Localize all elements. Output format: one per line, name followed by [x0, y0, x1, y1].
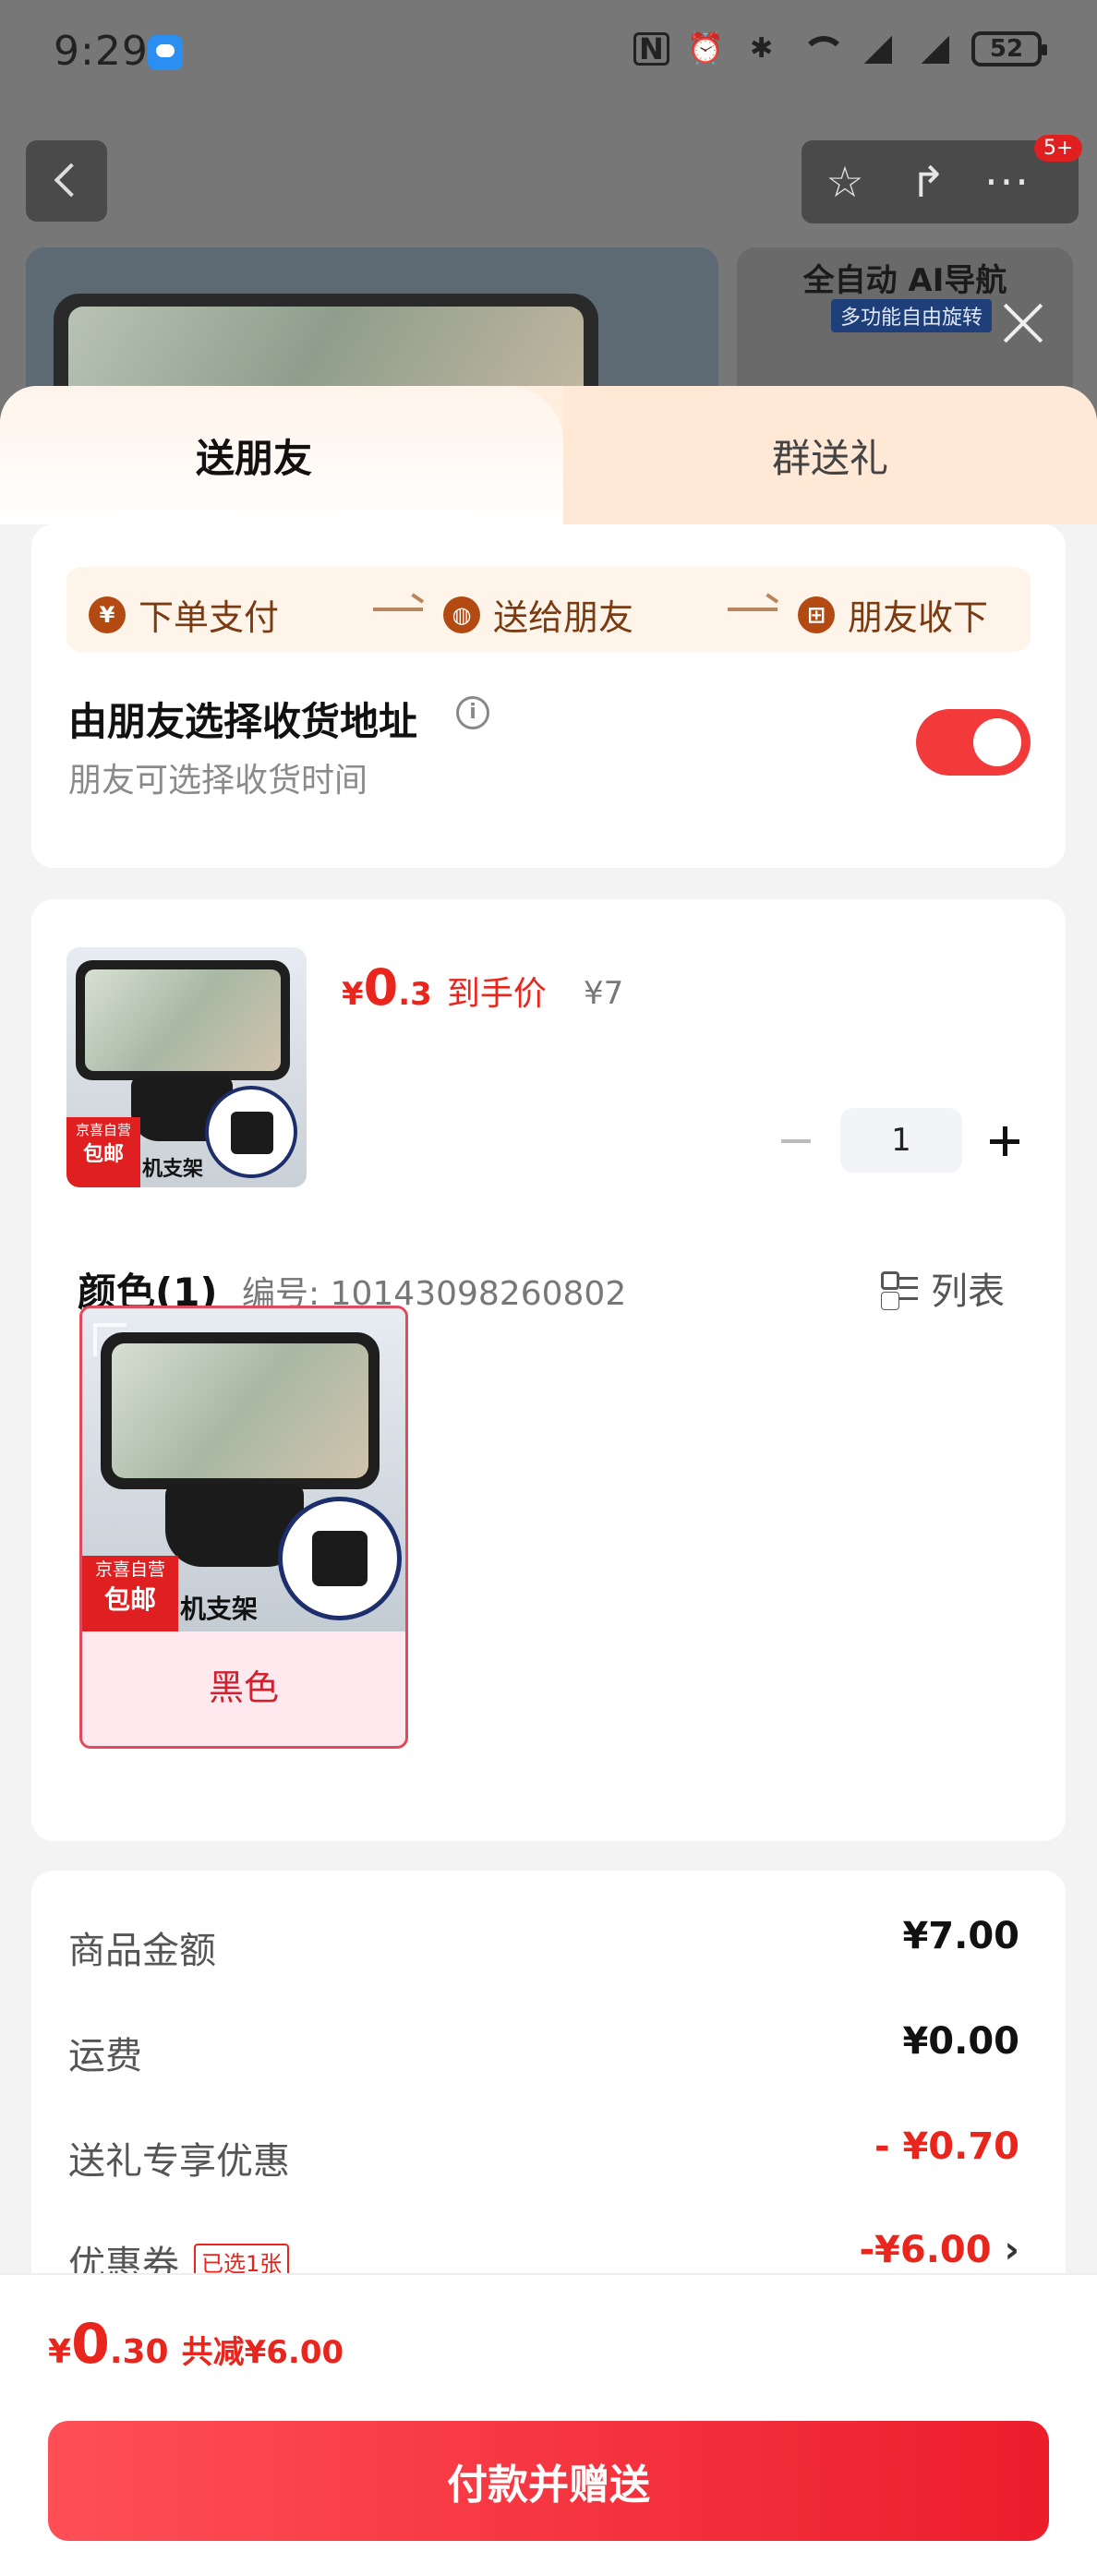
summary-label: 运费: [68, 2035, 142, 2077]
list-view-button[interactable]: 列表: [881, 1261, 1005, 1315]
signal-icon: [914, 32, 951, 66]
product-thumbnail[interactable]: 京喜自营 包邮 机支架: [66, 947, 307, 1187]
footer-bar: ¥ 0 .30 共减¥6.00 付款并赠送: [0, 2273, 1097, 2576]
gift-sheet: 群送礼 送朋友 ¥ 下单支付 ◍ 送给朋友 ⊞ 朋友收下 由朋友选择收货地址 i…: [0, 386, 1097, 2576]
address-option-title: 由朋友选择收货地址: [68, 699, 418, 744]
star-icon[interactable]: ☆: [820, 159, 870, 205]
summary-row: 运费 ¥0.00: [68, 2020, 1019, 2081]
nfc-icon: [628, 32, 669, 66]
summary-value: -¥6.00: [859, 2229, 1019, 2271]
summary-value: - ¥0.70: [874, 2125, 1019, 2168]
list-icon: [881, 1270, 918, 1306]
summary-label: 商品金额: [68, 1930, 216, 1972]
gift-steps: ¥ 下单支付 ◍ 送给朋友 ⊞ 朋友收下: [66, 567, 1031, 652]
plus-icon[interactable]: [984, 1121, 1025, 1162]
side-banner-title: 全自动 AI导航: [802, 262, 1007, 299]
message-app-icon: [148, 35, 183, 70]
arrow-icon: [373, 608, 423, 611]
yen-icon: ¥: [89, 596, 126, 633]
close-icon[interactable]: [997, 297, 1049, 349]
product-card: 京喜自营 包邮 机支架 ¥ 0 .3 到手价 ¥7 1 颜色(1) 编号: 101…: [31, 899, 1066, 1841]
variant-image: 京喜自营 包邮 机支架: [82, 1308, 405, 1631]
summary-label: 送礼专享优惠: [68, 2140, 290, 2183]
share-icon[interactable]: ↱: [903, 159, 953, 205]
step-label: 下单支付: [139, 597, 280, 638]
summary-row: 商品金额 ¥7.00: [68, 1915, 1019, 1976]
battery-icon: 52: [971, 31, 1047, 66]
status-icons: 52: [628, 30, 1047, 66]
status-bar: 9:29 52: [0, 0, 1097, 102]
price-label: 到手价: [446, 975, 547, 1013]
variant-option-black[interactable]: 京喜自营 包邮 机支架 黑色: [79, 1306, 408, 1749]
list-label: 列表: [931, 1270, 1005, 1313]
variant-image-label: 机支架: [180, 1594, 259, 1624]
info-icon[interactable]: i: [456, 696, 489, 729]
summary-value: ¥0.00: [902, 2020, 1019, 2063]
mount-detail-image: [205, 1086, 297, 1178]
quantity-input[interactable]: 1: [840, 1108, 962, 1173]
gift-icon: ⊞: [798, 596, 835, 633]
step-label: 朋友收下: [848, 597, 989, 638]
summary-value: ¥7.00: [902, 1915, 1019, 1957]
address-option-subtitle: 朋友可选择收货时间: [68, 762, 368, 800]
step-label: 送给朋友: [493, 597, 634, 638]
step-receive: ⊞ 朋友收下: [798, 589, 988, 640]
tab-send-friend[interactable]: 送朋友: [0, 386, 563, 524]
signal-icon: [857, 32, 894, 66]
address-toggle[interactable]: [916, 709, 1031, 776]
pay-and-gift-button[interactable]: 付款并赠送: [48, 2421, 1049, 2541]
tab-label: 群送礼: [771, 435, 888, 481]
more-icon[interactable]: ···: [982, 159, 1032, 205]
tab-label: 送朋友: [195, 435, 312, 481]
expand-icon[interactable]: [93, 1323, 127, 1356]
wechat-icon: ◍: [443, 596, 480, 633]
step-send: ◍ 送给朋友: [443, 589, 633, 640]
total-savings: 共减¥6.00: [181, 2334, 344, 2371]
tab-group-gift[interactable]: 群送礼: [563, 386, 1097, 524]
quantity-stepper: 1: [776, 1108, 1034, 1173]
total-price: ¥ 0 .30 共减¥6.00: [48, 2312, 344, 2377]
variant-name: 黑色: [208, 1667, 279, 1708]
free-shipping-tag: 京喜自营 包邮: [66, 1117, 140, 1187]
bluetooth-icon: [742, 32, 779, 66]
notification-badge: 5+: [1034, 135, 1083, 162]
side-banner-tag: 多功能自由旋转: [831, 299, 993, 332]
thumbnail-label: 机支架: [142, 1158, 204, 1181]
phone-image: [76, 960, 290, 1080]
back-button[interactable]: [26, 140, 107, 222]
tab-bar: 群送礼 送朋友: [0, 386, 1097, 524]
original-price: ¥7: [584, 975, 624, 1012]
wifi-icon: [800, 32, 846, 66]
step-pay: ¥ 下单支付: [89, 589, 279, 640]
gift-flow-card: ¥ 下单支付 ◍ 送给朋友 ⊞ 朋友收下 由朋友选择收货地址 i 朋友可选择收货…: [31, 524, 1066, 868]
mount-detail-image: [278, 1497, 402, 1620]
alarm-icon: [685, 30, 724, 66]
summary-row: 送礼专享优惠 - ¥0.70: [68, 2125, 1019, 2186]
arrow-icon: [728, 608, 778, 611]
minus-icon[interactable]: [776, 1121, 816, 1162]
status-time: 9:29: [54, 28, 149, 75]
free-shipping-tag: 京喜自营 包邮: [82, 1556, 178, 1631]
phone-image: [101, 1332, 380, 1489]
final-price: ¥ 0 .3 到手价: [342, 958, 547, 1017]
